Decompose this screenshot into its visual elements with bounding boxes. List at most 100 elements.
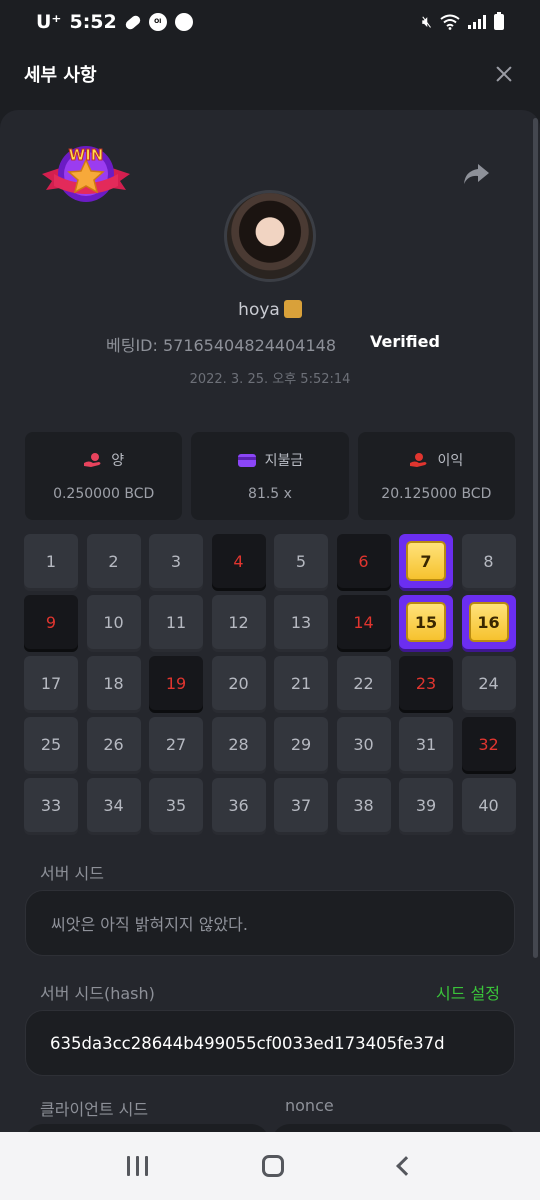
signal-icon	[468, 15, 486, 29]
keno-tile-4[interactable]: 4	[211, 534, 266, 588]
keno-tile-10[interactable]: 10	[86, 595, 141, 649]
keno-tile-number: 15	[406, 602, 446, 642]
keno-tile-number: 19	[165, 673, 187, 693]
keno-tile-number: 3	[170, 551, 182, 571]
keno-tile-3[interactable]: 3	[149, 534, 203, 588]
keno-tile-number: 37	[290, 795, 312, 815]
keno-tile-number: 30	[353, 734, 374, 754]
keno-tile-12[interactable]: 12	[211, 595, 266, 649]
keno-tile-35[interactable]: 35	[149, 778, 203, 832]
keno-tile-18[interactable]: 18	[86, 656, 141, 710]
keno-tile-number: 7	[406, 541, 446, 581]
server-hash-value: 635da3cc28644b499055cf0033ed173405fe37d	[50, 1033, 445, 1053]
keno-tile-15[interactable]: 15	[399, 595, 453, 649]
system-nav-bar	[0, 1132, 540, 1200]
modal-header: 세부 사항	[0, 44, 540, 104]
keno-tile-36[interactable]: 36	[211, 778, 266, 832]
keno-tile-number: 36	[228, 795, 249, 815]
chat-bubble-icon	[174, 13, 193, 31]
keno-tile-40[interactable]: 40	[461, 778, 516, 832]
keno-tile-number: 10	[103, 612, 124, 632]
keno-tile-number: 39	[415, 795, 437, 815]
keno-tile-16[interactable]: 16	[461, 595, 516, 649]
keno-tile-number: 16	[468, 602, 509, 642]
keno-tile-number: 14	[353, 612, 374, 632]
keno-tile-34[interactable]: 34	[86, 778, 141, 832]
server-hash-field[interactable]: 635da3cc28644b499055cf0033ed173405fe37d	[25, 1010, 515, 1076]
recent-apps-icon[interactable]	[127, 1156, 149, 1176]
keno-tile-31[interactable]: 31	[399, 717, 453, 771]
keno-tile-24[interactable]: 24	[461, 656, 516, 710]
keno-tile-number: 33	[40, 795, 62, 815]
keno-tile-26[interactable]: 26	[86, 717, 141, 771]
keno-tile-8[interactable]: 8	[461, 534, 516, 588]
client-seed-label: 클라이언트 시드	[40, 1100, 149, 1119]
bet-detail-card: WIN hoya 베팅ID: 571654048244041​48 Verifi…	[0, 110, 540, 1140]
keno-tile-9[interactable]: 9	[24, 595, 78, 649]
stat-profit-value: 20.125000 BCD	[381, 486, 492, 502]
keno-tile-27[interactable]: 27	[149, 717, 203, 771]
avatar	[224, 190, 316, 282]
server-seed-label: 서버 시드	[40, 864, 104, 883]
keno-tile-number: 4	[233, 551, 244, 571]
keno-tile-23[interactable]: 23	[399, 656, 453, 710]
keno-tile-number: 21	[290, 673, 312, 693]
keno-tile-37[interactable]: 37	[274, 778, 328, 832]
server-seed-value: 씨앗은 아직 밝혀지지 않았다.	[51, 915, 248, 934]
keno-tile-number: 35	[165, 795, 187, 815]
share-icon[interactable]	[462, 162, 490, 186]
keno-tile-30[interactable]: 30	[336, 717, 391, 771]
keno-tile-number: 23	[415, 673, 437, 693]
keno-tile-21[interactable]: 21	[274, 656, 328, 710]
username-row: hoya	[0, 300, 540, 320]
keno-tile-28[interactable]: 28	[211, 717, 266, 771]
username[interactable]: hoya	[238, 300, 280, 320]
keno-tile-number: 22	[353, 673, 374, 693]
keno-tile-2[interactable]: 2	[86, 534, 141, 588]
stat-amount-value: 0.250000 BCD	[53, 486, 155, 502]
close-icon[interactable]	[492, 62, 516, 86]
keno-tile-number: 17	[40, 673, 62, 693]
keno-tile-33[interactable]: 33	[24, 778, 78, 832]
keno-tile-number: 8	[483, 551, 494, 571]
stat-payout-label: 지불금	[264, 453, 304, 469]
keno-tile-29[interactable]: 29	[274, 717, 328, 771]
keno-tile-number: 5	[295, 551, 307, 571]
set-seed-link[interactable]: 시드 설정	[436, 980, 500, 1004]
wallet-icon	[237, 454, 256, 467]
keno-tile-6[interactable]: 6	[336, 534, 391, 588]
keno-tile-25[interactable]: 25	[24, 717, 78, 771]
keno-tile-number: 34	[103, 795, 124, 815]
battery-icon	[494, 12, 504, 30]
keno-tile-5[interactable]: 5	[274, 534, 328, 588]
keno-tile-22[interactable]: 22	[336, 656, 391, 710]
keno-tile-13[interactable]: 13	[274, 595, 328, 649]
keno-tile-19[interactable]: 19	[149, 656, 203, 710]
vip-level-icon	[283, 300, 302, 318]
server-hash-label: 서버 시드(hash)	[40, 984, 155, 1003]
keno-tile-20[interactable]: 20	[211, 656, 266, 710]
keno-tile-number: 6	[358, 551, 369, 571]
back-icon[interactable]	[395, 1156, 416, 1176]
win-badge-icon: WIN	[42, 146, 130, 202]
keno-tile-number: 18	[103, 673, 124, 693]
verified-link[interactable]: Verified	[370, 332, 440, 351]
keno-tile-1[interactable]: 1	[24, 534, 78, 588]
scrollbar[interactable]	[533, 118, 538, 958]
keno-tile-number: 27	[165, 734, 187, 754]
keno-tile-number: 2	[108, 551, 119, 571]
keno-tile-14[interactable]: 14	[336, 595, 391, 649]
keno-tile-11[interactable]: 11	[149, 595, 203, 649]
bet-stats: 양 0.250000 BCD 지불금 81.5 x 이익 20.125000 B…	[25, 432, 515, 520]
carrier-label: U⁺	[36, 11, 62, 33]
stat-amount: 양 0.250000 BCD	[25, 432, 183, 520]
keno-tile-39[interactable]: 39	[399, 778, 453, 832]
keno-tile-38[interactable]: 38	[336, 778, 391, 832]
home-icon[interactable]	[262, 1155, 285, 1177]
profit-hand-icon	[410, 453, 427, 467]
keno-tile-number: 26	[103, 734, 124, 754]
keno-tile-32[interactable]: 32	[461, 717, 516, 771]
keno-tile-17[interactable]: 17	[24, 656, 78, 710]
keno-tile-number: 28	[228, 734, 249, 754]
keno-tile-7[interactable]: 7	[399, 534, 453, 588]
